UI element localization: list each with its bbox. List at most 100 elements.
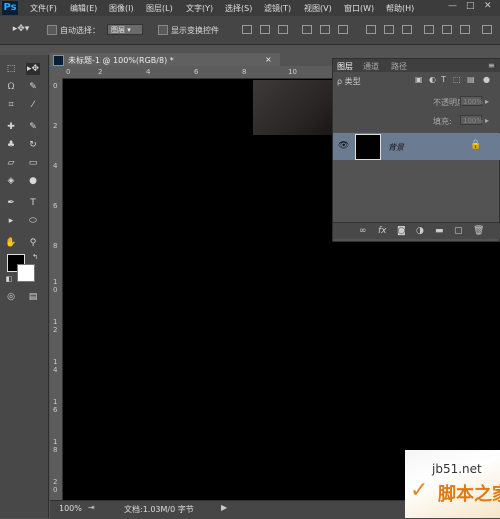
menu-help[interactable]: 帮助(H): [386, 3, 414, 14]
menu-type[interactable]: 文字(Y): [186, 3, 213, 14]
fill-label: 填充:: [433, 117, 452, 126]
filter-smart-icon[interactable]: ▤: [467, 75, 475, 84]
align-hcenter-icon[interactable]: [320, 25, 330, 34]
tab-channels[interactable]: 通道: [363, 61, 379, 72]
eyedropper-tool-icon[interactable]: ⁄: [26, 99, 40, 111]
options-bar: ▸✥▾ 自动选择： 图层 ▾ 显示变换控件: [0, 16, 500, 45]
menu-filter[interactable]: 滤镜(T): [264, 3, 291, 14]
adjustment-icon[interactable]: ◑: [416, 226, 424, 236]
ruler-tick: 0: [66, 68, 71, 76]
eraser-tool-icon[interactable]: ▱: [4, 157, 18, 169]
auto-select-target-dropdown[interactable]: 图层 ▾: [107, 24, 143, 35]
menu-select[interactable]: 选择(S): [225, 3, 252, 14]
layer-name: 背景: [388, 143, 404, 152]
zoom-tool-icon[interactable]: ⚲: [26, 237, 40, 249]
quick-mask-icon[interactable]: ◎: [4, 291, 18, 303]
mask-icon[interactable]: ◙: [397, 226, 406, 236]
filter-toggle-icon[interactable]: ●: [483, 75, 490, 84]
quick-select-tool-icon[interactable]: ✎: [26, 81, 40, 93]
close-window-icon[interactable]: ✕: [484, 1, 492, 11]
ruler-tick: 8: [242, 68, 247, 76]
menu-window[interactable]: 窗口(W): [344, 3, 374, 14]
fill-arrow-icon[interactable]: ▸: [485, 116, 489, 125]
pen-tool-icon[interactable]: ✒: [4, 197, 18, 209]
opacity-field[interactable]: 100%: [460, 96, 483, 106]
fx-icon[interactable]: fx: [378, 226, 387, 236]
path-select-tool-icon[interactable]: ▸: [4, 215, 18, 227]
ruler-tick: 1 8: [53, 438, 58, 454]
distribute-top-icon[interactable]: [366, 25, 376, 34]
panel-shadow-overlay: [253, 80, 333, 135]
move-tool-icon[interactable]: ▸✥: [26, 63, 40, 75]
panel-menu-icon[interactable]: ≡: [488, 61, 495, 70]
lock-icon: 🔒: [470, 140, 482, 150]
background-color-swatch[interactable]: [17, 264, 35, 282]
distribute-right-icon[interactable]: [460, 25, 470, 34]
show-transform-label: 显示变换控件: [171, 26, 219, 35]
link-icon[interactable]: ∞: [359, 226, 367, 236]
document-tab[interactable]: 未标题-1 @ 100%(RGB/8) * ×: [50, 53, 280, 66]
fill-field[interactable]: 100%: [460, 115, 483, 125]
align-right-icon[interactable]: [338, 25, 348, 34]
history-brush-tool-icon[interactable]: ↻: [26, 139, 40, 151]
export-icon[interactable]: ⇥: [88, 503, 95, 512]
align-vcenter-icon[interactable]: [260, 25, 270, 34]
distribute-hcenter-icon[interactable]: [442, 25, 452, 34]
swap-colors-icon[interactable]: ↰: [28, 251, 42, 263]
menu-image[interactable]: 图像(I): [109, 3, 134, 14]
maximize-icon[interactable]: □: [466, 1, 475, 11]
crop-tool-icon[interactable]: ⌗: [4, 99, 18, 111]
auto-align-icon[interactable]: [482, 25, 492, 34]
ruler-tick: 6: [53, 202, 58, 210]
screen-mode-icon[interactable]: ▤: [26, 291, 40, 303]
filter-pixel-icon[interactable]: ▣: [415, 75, 423, 84]
type-tool-icon[interactable]: T: [26, 197, 40, 209]
minimize-icon[interactable]: —: [448, 1, 457, 11]
filter-adjust-icon[interactable]: ◐: [429, 75, 436, 84]
status-arrow-icon[interactable]: ▶: [221, 503, 227, 512]
show-transform-checkbox[interactable]: [158, 25, 168, 35]
ruler-tick: 6: [194, 68, 199, 76]
new-layer-icon[interactable]: ▢: [454, 226, 463, 236]
align-left-icon[interactable]: [302, 25, 312, 34]
eye-icon[interactable]: 👁: [338, 142, 349, 151]
blur-tool-icon[interactable]: ◈: [4, 175, 18, 187]
layer-thumbnail: [355, 134, 381, 160]
distribute-left-icon[interactable]: [424, 25, 434, 34]
distribute-bottom-icon[interactable]: [402, 25, 412, 34]
gradient-tool-icon[interactable]: ▭: [26, 157, 40, 169]
lasso-tool-icon[interactable]: ᘯ: [4, 81, 18, 93]
menu-view[interactable]: 视图(V): [304, 3, 332, 14]
ruler-tick: 8: [53, 242, 58, 250]
filter-shape-icon[interactable]: ⬚: [453, 75, 461, 84]
tab-layers[interactable]: 图层: [337, 61, 353, 72]
align-top-icon[interactable]: [242, 25, 252, 34]
default-colors-icon[interactable]: ◧: [2, 273, 16, 285]
dodge-tool-icon[interactable]: ●: [26, 175, 40, 187]
healing-brush-tool-icon[interactable]: ✚: [4, 121, 18, 133]
ruler-tick: 2: [98, 68, 103, 76]
document-info: 文档:1.03M/0 字节: [124, 505, 194, 514]
auto-select-checkbox[interactable]: [47, 25, 57, 35]
shape-tool-icon[interactable]: ⬭: [26, 215, 40, 227]
zoom-level[interactable]: 100%: [59, 504, 82, 513]
distribute-vcenter-icon[interactable]: [384, 25, 394, 34]
align-bottom-icon[interactable]: [278, 25, 288, 34]
trash-icon[interactable]: 🗑: [473, 226, 484, 236]
filter-type-icon[interactable]: T: [441, 75, 446, 84]
ruler-tick: 1 2: [53, 318, 58, 334]
menu-layer[interactable]: 图层(L): [146, 3, 173, 14]
clone-stamp-tool-icon[interactable]: ♣: [4, 139, 18, 151]
folder-icon[interactable]: ▬: [435, 226, 444, 236]
layer-kind-filter[interactable]: ρ 类型: [337, 76, 361, 87]
menu-file[interactable]: 文件(F): [30, 3, 57, 14]
menu-edit[interactable]: 编辑(E): [70, 3, 97, 14]
move-tool-preset-icon[interactable]: ▸✥▾: [10, 23, 32, 35]
close-document-icon[interactable]: ×: [265, 55, 272, 64]
hand-tool-icon[interactable]: ✋: [4, 237, 18, 249]
brush-tool-icon[interactable]: ✎: [26, 121, 40, 133]
opacity-arrow-icon[interactable]: ▸: [485, 97, 489, 106]
layers-panel-options: ρ 类型 ▣ ◐ T ⬚ ▤ ● 不透明度: 100% ▸ 填充: 100% ▸: [333, 72, 500, 132]
tab-paths[interactable]: 路径: [391, 61, 407, 72]
marquee-tool-icon[interactable]: ⬚: [4, 63, 18, 75]
